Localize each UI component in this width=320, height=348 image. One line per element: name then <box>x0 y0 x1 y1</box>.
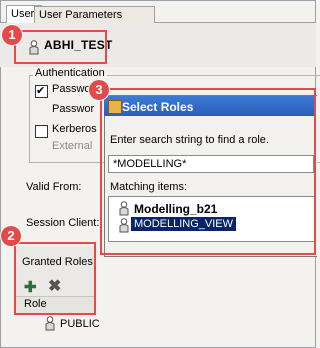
callout-box-3 <box>100 88 316 255</box>
callout-badge-3: 3 <box>89 80 109 100</box>
callout-badge-2: 2 <box>1 226 21 246</box>
password-label: Passwor <box>52 83 95 95</box>
password-sub-label: Passwor <box>52 103 95 115</box>
callout-box-1 <box>14 30 107 64</box>
role-icon <box>45 316 55 331</box>
authentication-label: Authentication <box>33 67 107 79</box>
external-label: External <box>52 140 93 152</box>
valid-from-label: Valid From: <box>26 181 82 193</box>
kerberos-checkbox[interactable] <box>35 125 48 138</box>
table-row[interactable]: PUBLIC <box>60 318 100 330</box>
callout-badge-1: 1 <box>2 25 22 45</box>
callout-box-2 <box>14 242 96 315</box>
session-client-label: Session Client: <box>26 217 100 229</box>
kerberos-label: Kerberos <box>52 123 97 135</box>
tab-user-parameters[interactable]: User Parameters <box>34 6 155 23</box>
password-checkbox[interactable] <box>35 84 48 98</box>
